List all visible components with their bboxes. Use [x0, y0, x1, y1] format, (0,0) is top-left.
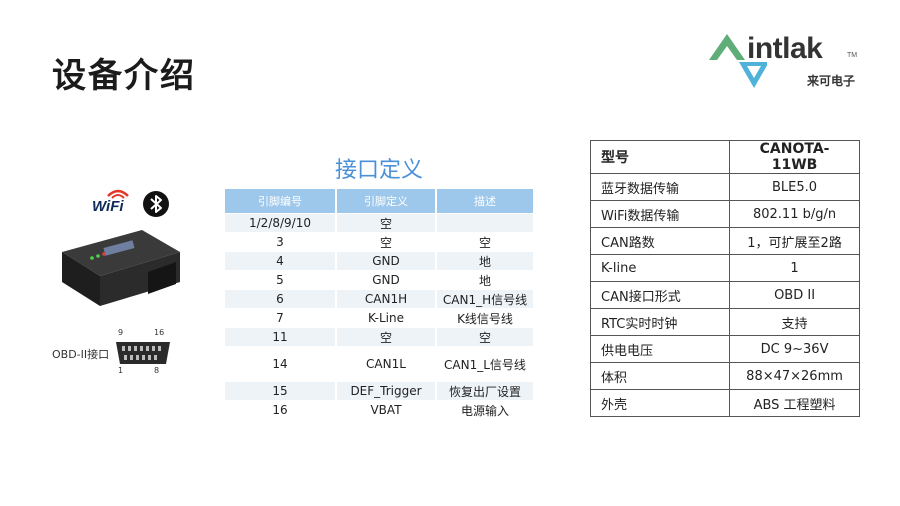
column-header: 引脚编号	[225, 189, 337, 214]
table-row: 15 DEF_Trigger 恢复出厂设置	[225, 381, 533, 401]
spec-key: 体积	[589, 362, 731, 390]
spec-value: ABS 工程塑料	[729, 389, 860, 417]
table-row: 体积 88×47×26mm	[589, 362, 860, 390]
column-header: 描述	[436, 189, 533, 214]
table-row: 1/2/8/9/10 空	[225, 213, 533, 233]
spec-value: 1	[729, 254, 860, 282]
table-row: WiFi数据传输 802.11 b/g/n	[589, 200, 860, 228]
table-row: 16 VBAT 电源输入	[225, 400, 533, 419]
table-cell: 4	[225, 251, 337, 271]
table-row: 供电电压 DC 9~36V	[589, 335, 860, 363]
pin-table-title: 接口定义	[334, 158, 423, 183]
table-cell: DEF_Trigger	[336, 381, 437, 401]
table-cell: K-Line	[336, 308, 437, 328]
logo-wordmark: intlak	[747, 32, 823, 65]
spec-table: 型号 CANOTA-11WB 蓝牙数据传输 BLE5.0 WiFi数据传输 802.1…	[589, 140, 860, 417]
spec-key: CAN接口形式	[589, 281, 731, 309]
table-cell: 15	[225, 381, 337, 401]
table-row: 型号 CANOTA-11WB	[589, 140, 860, 174]
spec-key: CAN路数	[589, 227, 731, 255]
table-cell: 3	[225, 232, 337, 252]
table-cell: 16	[225, 400, 337, 419]
table-cell: VBAT	[336, 400, 437, 419]
spec-value: 802.11 b/g/n	[729, 200, 860, 228]
table-cell: CAN1H	[336, 289, 437, 309]
table-cell: 恢复出厂设置	[436, 381, 533, 401]
spec-key: K-line	[589, 254, 731, 282]
table-cell: 14	[225, 346, 337, 382]
table-cell: 空	[436, 327, 533, 347]
table-row: 7 K-Line K线信号线	[225, 308, 533, 328]
obd-port-diagram: 9 16 1 8	[112, 328, 174, 376]
spec-value: 88×47×26mm	[729, 362, 860, 390]
table-cell: 空	[336, 213, 437, 233]
table-row: 14 CAN1L CAN1_L信号线	[225, 346, 533, 382]
bluetooth-icon	[143, 191, 169, 217]
table-row: 外壳 ABS 工程塑料	[589, 389, 860, 417]
table-row: 蓝牙数据传输 BLE5.0	[589, 173, 860, 201]
table-cell: 空	[436, 232, 533, 252]
obd-connector-icon	[116, 342, 170, 364]
table-cell: CAN1_L信号线	[436, 346, 533, 382]
table-cell: 5	[225, 270, 337, 290]
table-row: RTC实时时钟 支持	[589, 308, 860, 336]
spec-value: OBD II	[729, 281, 860, 309]
table-cell: GND	[336, 270, 437, 290]
spec-value: BLE5.0	[729, 173, 860, 201]
column-header: 引脚定义	[336, 189, 437, 214]
table-row: K-line 1	[589, 254, 860, 282]
spec-value: 1，可扩展至2路	[729, 227, 860, 255]
table-row: 3空空	[225, 232, 533, 252]
table-cell: 地	[436, 251, 533, 271]
spec-value: DC 9~36V	[729, 335, 860, 363]
pin-number-label: 16	[154, 328, 165, 337]
table-row: 11 空空	[225, 327, 533, 347]
table-cell: 地	[436, 270, 533, 290]
page-title: 设备介绍	[52, 56, 196, 96]
spec-value: CANOTA-11WB	[729, 140, 860, 174]
company-logo: intlak TM 来可电子	[707, 30, 867, 94]
spec-key: 外壳	[589, 389, 731, 417]
table-cell: 6	[225, 289, 337, 309]
table-cell: 7	[225, 308, 337, 328]
table-header-row: 引脚编号 引脚定义 描述	[225, 189, 533, 214]
table-row: 5 GND 地	[225, 270, 533, 290]
table-cell: 11	[225, 327, 337, 347]
spec-key: 蓝牙数据传输	[589, 173, 731, 201]
table-cell: 电源输入	[436, 400, 533, 419]
spec-key: WiFi数据传输	[589, 200, 731, 228]
obd-port-label: OBD-II接口	[52, 348, 110, 361]
table-cell: 空	[336, 327, 437, 347]
table-cell	[436, 213, 533, 233]
spec-key: RTC实时时钟	[589, 308, 731, 336]
table-cell: CAN1_H信号线	[436, 289, 533, 309]
device-image	[62, 230, 180, 306]
pin-number-label: 8	[154, 366, 160, 375]
table-row: CAN路数 1，可扩展至2路	[589, 227, 860, 255]
table-row: 4 GND 地	[225, 251, 533, 271]
table-cell: CAN1L	[336, 346, 437, 382]
spec-key: 型号	[589, 140, 731, 174]
logo-chinese-name: 来可电子	[807, 74, 856, 88]
pin-number-label: 9	[118, 328, 124, 337]
table-cell: 1/2/8/9/10	[225, 213, 337, 233]
table-cell: 空	[336, 232, 437, 252]
wifi-logo: WiFi	[92, 186, 132, 215]
table-cell: K线信号线	[436, 308, 533, 328]
pin-number-label: 1	[118, 366, 124, 375]
pin-definition-table: 引脚编号 引脚定义 描述 1/2/8/9/10 空 3空空 4 GND 地 5 GND 地…	[225, 189, 533, 419]
wifi-text: WiFi	[92, 198, 124, 215]
table-row: 6 CAN1H CAN1_H信号线	[225, 289, 533, 309]
table-cell: GND	[336, 251, 437, 271]
spec-value: 支持	[729, 308, 860, 336]
spec-key: 供电电压	[589, 335, 731, 363]
logo-tm: TM	[847, 52, 858, 59]
table-row: CAN接口形式 OBD II	[589, 281, 860, 309]
